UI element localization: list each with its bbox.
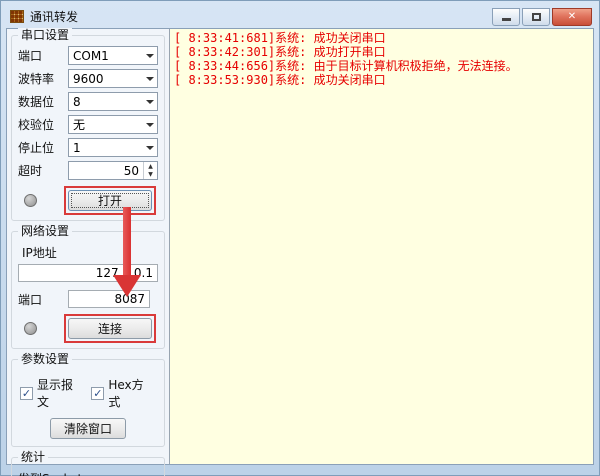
net-port-label: 端口: [18, 292, 43, 307]
stop-bits-value: 1: [73, 140, 81, 155]
minimize-icon: [501, 18, 511, 21]
stop-bits-select[interactable]: 1: [68, 138, 158, 157]
spin-up-icon[interactable]: ▲: [144, 162, 157, 171]
stop-bits-row: 停止位 1: [18, 138, 158, 157]
check-icon: ✓: [21, 386, 32, 400]
timeout-stepper[interactable]: 50 ▲ ▼: [68, 161, 158, 180]
serial-group-label: 串口设置: [18, 28, 73, 42]
settings-panel: 串口设置 端口 COM1 波特率 9600 数据位 8 校验位 无 停止位 1 …: [7, 28, 169, 476]
clear-window-button[interactable]: 清除窗口: [50, 418, 126, 439]
close-button[interactable]: ✕: [552, 7, 592, 26]
network-status-led: [24, 322, 37, 335]
serial-port-row: 端口 COM1: [18, 46, 158, 65]
baud-rate-label: 波特率: [18, 72, 55, 86]
hex-mode-label: Hex方式: [108, 378, 144, 409]
annotation-highlight-connect: 连接: [64, 314, 156, 343]
app-window: 通讯转发 ✕ 串口设置 端口 COM1 波特率 9600 数据位 8 校验位 无…: [0, 0, 600, 476]
param-settings-group: 参数设置 ✓ 显示报文 ✓ Hex方式 清除窗口: [11, 352, 165, 447]
serial-port-label: 端口: [18, 49, 43, 63]
serial-port-value: COM1: [73, 48, 109, 63]
log-line: [ 8:33:41:681]系统: 成功关闭串口: [174, 31, 386, 45]
show-message-label: 显示报文: [37, 378, 74, 409]
checkbox-row: ✓ 显示报文 ✓ Hex方式: [20, 376, 158, 410]
annotation-highlight-open: 打开: [64, 186, 156, 215]
baud-rate-select[interactable]: 9600: [68, 69, 158, 88]
serial-settings-group: 串口设置 端口 COM1 波特率 9600 数据位 8 校验位 无 停止位 1 …: [11, 28, 165, 221]
minimize-button[interactable]: [492, 7, 520, 26]
title-bar: 通讯转发 ✕: [6, 1, 594, 28]
sent-to-socket-label: 发到Socket:: [18, 470, 158, 476]
stats-group-label: 统计: [18, 450, 49, 464]
parity-select[interactable]: 无: [68, 115, 158, 134]
log-line: [ 8:33:42:301]系统: 成功打开串口: [174, 45, 386, 59]
window-title: 通讯转发: [30, 9, 79, 24]
spin-down-icon[interactable]: ▼: [144, 171, 157, 180]
log-output-area[interactable]: [ 8:33:41:681]系统: 成功关闭串口 [ 8:33:42:301]系…: [169, 29, 593, 464]
timeout-value: 50: [123, 163, 139, 178]
annotation-arrow-head: [113, 275, 141, 297]
maximize-button[interactable]: [522, 7, 550, 26]
open-button[interactable]: 打开: [68, 190, 152, 211]
ip-address-label: IP地址: [22, 246, 57, 260]
parity-value: 无: [73, 118, 86, 132]
open-row: 打开: [18, 186, 158, 215]
chevron-down-icon: [145, 145, 154, 150]
data-bits-select[interactable]: 8: [68, 92, 158, 111]
chevron-down-icon: [145, 76, 154, 81]
connect-button[interactable]: 连接: [68, 318, 152, 339]
check-icon: ✓: [93, 386, 103, 400]
parity-row: 校验位 无: [18, 115, 158, 134]
stop-bits-label: 停止位: [18, 141, 55, 155]
baud-rate-row: 波特率 9600: [18, 69, 158, 88]
baud-rate-value: 9600: [73, 71, 104, 86]
param-group-label: 参数设置: [18, 352, 73, 366]
hex-mode-checkbox[interactable]: ✓: [91, 386, 105, 400]
close-icon: ✕: [567, 11, 577, 22]
connect-row: 连接: [18, 314, 158, 343]
chevron-down-icon: [145, 122, 154, 127]
app-grid-icon: [10, 9, 24, 23]
chevron-down-icon: [145, 53, 154, 58]
show-message-checkbox[interactable]: ✓: [20, 386, 33, 400]
maximize-icon: [531, 12, 541, 21]
timeout-row: 超时 50 ▲ ▼: [18, 161, 158, 180]
data-bits-value: 8: [73, 94, 81, 109]
stats-group: 统计 发到Socket: 0字节 发到串口: 0字节: [11, 450, 165, 476]
chevron-down-icon: [145, 99, 154, 104]
serial-port-select[interactable]: COM1: [68, 46, 158, 65]
data-bits-label: 数据位: [18, 95, 55, 109]
log-line: [ 8:33:44:656]系统: 由于目标计算机积极拒绝，无法连接。: [174, 59, 518, 73]
log-line: [ 8:33:53:930]系统: 成功关闭串口: [174, 73, 386, 87]
network-group-label: 网络设置: [18, 224, 73, 238]
timeout-label: 超时: [18, 164, 43, 178]
network-settings-group: 网络设置 IP地址 127.0.0.1 端口 8087 连接: [11, 224, 165, 349]
sent-to-socket-block: 发到Socket: 0字节: [18, 470, 158, 476]
annotation-arrow-shaft: [123, 207, 131, 277]
serial-status-led: [24, 194, 37, 207]
data-bits-row: 数据位 8: [18, 92, 158, 111]
parity-label: 校验位: [18, 118, 55, 132]
